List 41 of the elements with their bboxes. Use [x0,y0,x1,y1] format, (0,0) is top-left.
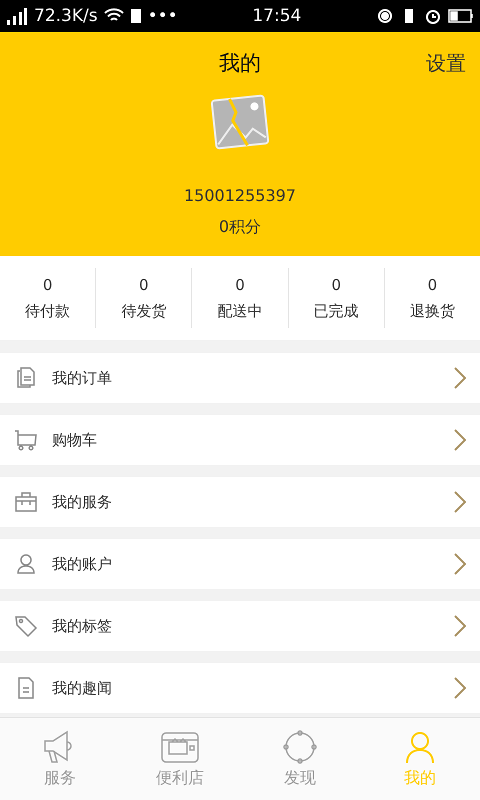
order-count: 0 [235,276,245,294]
order-status-label[interactable]: 退换货 [410,302,455,320]
phone-number: 15001255397 [184,186,296,205]
signal-icon [6,7,28,25]
more-indicator: ••• [148,6,178,26]
chevron-icon [454,677,466,699]
person-icon [403,730,437,764]
chevron-icon [454,615,466,637]
circle-icon [283,730,317,764]
tag-icon [14,614,38,638]
order-count: 0 [331,276,341,294]
chevron-icon [454,491,466,513]
order-status-label[interactable]: 配送中 [218,302,262,320]
settings-link[interactable]: 设置 [426,50,466,76]
toolbox-icon [14,490,38,514]
points-label: 0积分 [218,217,262,238]
cart-icon [14,428,38,452]
broken-image-icon [210,94,270,150]
menu-item[interactable]: 我的标签 [0,601,480,651]
battery-icon [448,9,474,23]
order-status-label[interactable]: 已完成 [314,302,359,320]
network-speed: 72.3K/s [34,6,98,26]
chevron-icon [454,429,466,451]
storefront-icon [160,730,200,764]
order-count: 0 [139,276,149,294]
location-icon [376,7,394,25]
chevron-icon [454,553,466,575]
menu-item[interactable]: 我的订单 [0,353,480,403]
order-status-label[interactable]: 待发货 [121,302,166,320]
menu-item[interactable]: 购物车 [0,415,480,465]
menu-item[interactable]: 我的服务 [0,477,480,527]
menu-item[interactable]: 我的趣闻 [0,663,480,713]
alarm-icon [424,7,442,25]
page-title: 我的 [219,50,261,77]
clock: 17:54 [252,6,302,26]
menu-item[interactable]: 我的账户 [0,539,480,589]
order-status-label[interactable]: 待付款 [25,302,70,320]
order-count: 0 [428,276,438,294]
sim-icon [130,8,142,24]
chevron-icon [454,367,466,389]
order-count: 0 [42,276,52,294]
